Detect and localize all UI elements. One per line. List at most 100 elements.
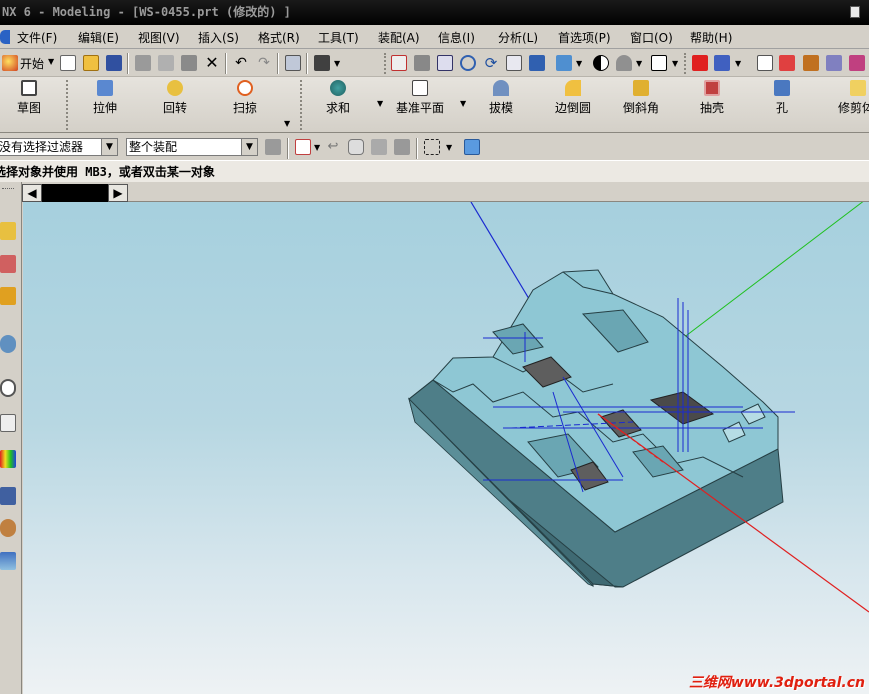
graphics-window[interactable]: 三维网www.3dportal.cn xyxy=(23,202,869,694)
menu-edit[interactable]: 编辑(E) xyxy=(78,29,119,46)
background-icon[interactable] xyxy=(616,55,632,71)
part-navigator-icon[interactable] xyxy=(0,287,16,305)
chevron-down-icon[interactable]: ▼ xyxy=(241,139,257,155)
chamfer-button[interactable]: 倒斜角 xyxy=(619,80,663,116)
process-studio-icon[interactable] xyxy=(0,487,16,505)
redo-icon[interactable]: ↷ xyxy=(256,55,272,71)
view-orientation-icon[interactable] xyxy=(556,55,572,71)
rectangle-dropdown-icon[interactable]: ▼ xyxy=(446,143,452,152)
view-dropdown-icon[interactable]: ▼ xyxy=(576,59,582,68)
select-feature-icon[interactable] xyxy=(371,139,387,155)
snap-intersection-icon[interactable] xyxy=(849,55,865,71)
menu-help[interactable]: 帮助(H) xyxy=(690,29,732,46)
selection-tool-icon[interactable] xyxy=(285,55,301,71)
zoom-icon[interactable] xyxy=(437,55,453,71)
zoom-in-out-icon[interactable] xyxy=(460,55,476,71)
selection-scope-combo[interactable]: 整个装配 ▼ xyxy=(126,138,258,156)
sketch-icon xyxy=(21,80,37,96)
snap-point-icon[interactable] xyxy=(757,55,773,71)
revolve-button[interactable]: 回转 xyxy=(160,80,190,116)
toolbar-separator xyxy=(416,138,418,159)
find-dropdown-icon[interactable]: ▼ xyxy=(334,59,340,68)
edge-blend-button[interactable]: 边倒圆 xyxy=(551,80,595,116)
snap-box-icon[interactable] xyxy=(295,139,311,155)
zoom-window-icon[interactable] xyxy=(414,55,430,71)
start-dropdown-icon[interactable]: ▼ xyxy=(48,57,54,66)
scroll-left-button[interactable]: ◀ xyxy=(22,184,42,202)
select-all-icon[interactable] xyxy=(265,139,281,155)
fit-view-icon[interactable] xyxy=(391,55,407,71)
pan-icon[interactable] xyxy=(506,55,522,71)
delete-icon[interactable]: ✕ xyxy=(204,55,220,71)
unite-button[interactable]: 求和 xyxy=(323,80,353,116)
rectangle-select-icon[interactable] xyxy=(424,139,440,155)
palette-icon[interactable] xyxy=(0,450,16,468)
sketch-button[interactable]: 草图 xyxy=(14,80,44,116)
layer-settings-icon[interactable] xyxy=(651,55,667,71)
trim-body-button[interactable]: 修剪体 xyxy=(838,80,869,116)
extrude-button[interactable]: 拉伸 xyxy=(90,80,120,116)
background-dropdown-icon[interactable]: ▼ xyxy=(636,59,642,68)
type-filter-combo[interactable]: 没有选择过滤器 ▼ xyxy=(0,138,118,156)
roles-icon[interactable] xyxy=(0,519,16,537)
menu-file[interactable]: 文件(F) xyxy=(17,29,57,46)
toolbar-separator xyxy=(287,138,289,159)
menu-insert[interactable]: 插入(S) xyxy=(198,29,239,46)
sweep-button[interactable]: 扫掠 xyxy=(230,80,260,116)
rotate-icon[interactable]: ⟳ xyxy=(483,55,499,71)
undo-selection-icon[interactable]: ↩ xyxy=(325,139,341,155)
copy-icon[interactable] xyxy=(158,55,174,71)
paste-icon[interactable] xyxy=(181,55,197,71)
selection-toolbar: 没有选择过滤器 ▼ 整个装配 ▼ ▼ ↩ ▼ xyxy=(0,135,869,159)
restore-window-button[interactable] xyxy=(850,6,860,18)
datum-dropdown-icon[interactable]: ▼ xyxy=(460,99,466,108)
undo-icon[interactable]: ↶ xyxy=(233,55,249,71)
web-browser-icon[interactable] xyxy=(0,552,16,570)
datum-plane-button[interactable]: 基准平面 xyxy=(392,80,448,116)
perspective-icon[interactable] xyxy=(529,55,545,71)
deselect-icon[interactable] xyxy=(394,139,410,155)
snap-midpoint-icon[interactable] xyxy=(803,55,819,71)
quick-pick-icon[interactable] xyxy=(348,139,364,155)
snap-endpoint-icon[interactable] xyxy=(779,55,795,71)
cut-icon[interactable] xyxy=(135,55,151,71)
resource-bar-grip xyxy=(2,188,14,190)
revolve-icon xyxy=(167,80,183,96)
extrude-icon xyxy=(97,80,113,96)
scroll-right-button[interactable]: ▶ xyxy=(108,184,128,202)
snap-control-icon[interactable] xyxy=(826,55,842,71)
layer-dropdown-icon[interactable]: ▼ xyxy=(672,59,678,68)
sweep-dropdown-icon[interactable]: ▼ xyxy=(284,119,290,128)
menu-analysis[interactable]: 分析(L) xyxy=(498,29,538,46)
orient-wcs-icon[interactable] xyxy=(714,55,730,71)
unite-dropdown-icon[interactable]: ▼ xyxy=(377,99,383,108)
snap-dropdown-icon[interactable]: ▼ xyxy=(314,143,320,152)
menu-information[interactable]: 信息(I) xyxy=(438,29,475,46)
menu-format[interactable]: 格式(R) xyxy=(258,29,300,46)
hole-button[interactable]: 孔 xyxy=(770,80,794,116)
selection-cube-icon[interactable] xyxy=(464,139,480,155)
shell-button[interactable]: 抽壳 xyxy=(697,80,727,116)
history-clock-icon[interactable] xyxy=(0,379,16,397)
save-icon[interactable] xyxy=(106,55,122,71)
wcs-dropdown-icon[interactable]: ▼ xyxy=(735,59,741,68)
tab-scroll-thumb[interactable] xyxy=(42,184,108,202)
menu-preferences[interactable]: 首选项(P) xyxy=(558,29,611,46)
render-style-icon[interactable] xyxy=(593,55,609,71)
find-binoculars-icon[interactable] xyxy=(314,55,330,71)
menu-view[interactable]: 视图(V) xyxy=(138,29,180,46)
chevron-down-icon[interactable]: ▼ xyxy=(101,139,117,155)
draft-button[interactable]: 拔模 xyxy=(486,80,516,116)
menu-assembly[interactable]: 装配(A) xyxy=(378,29,420,46)
constraint-navigator-icon[interactable] xyxy=(0,255,16,273)
system-materials-icon[interactable] xyxy=(0,414,16,432)
menu-window[interactable]: 窗口(O) xyxy=(630,29,673,46)
wcs-icon[interactable] xyxy=(692,55,708,71)
reuse-library-icon[interactable] xyxy=(0,335,16,353)
menu-tools[interactable]: 工具(T) xyxy=(318,29,359,46)
assembly-navigator-icon[interactable] xyxy=(0,222,16,240)
new-file-icon[interactable] xyxy=(60,55,76,71)
feature-toolbar: 草图 拉伸 回转 扫掠 ▼ 求和 ▼ 基准平面 ▼ 拔模 边倒圆 倒斜角 抽壳 … xyxy=(0,77,869,133)
open-file-icon[interactable] xyxy=(83,55,99,71)
start-menu-button[interactable]: 开始 xyxy=(20,55,44,72)
